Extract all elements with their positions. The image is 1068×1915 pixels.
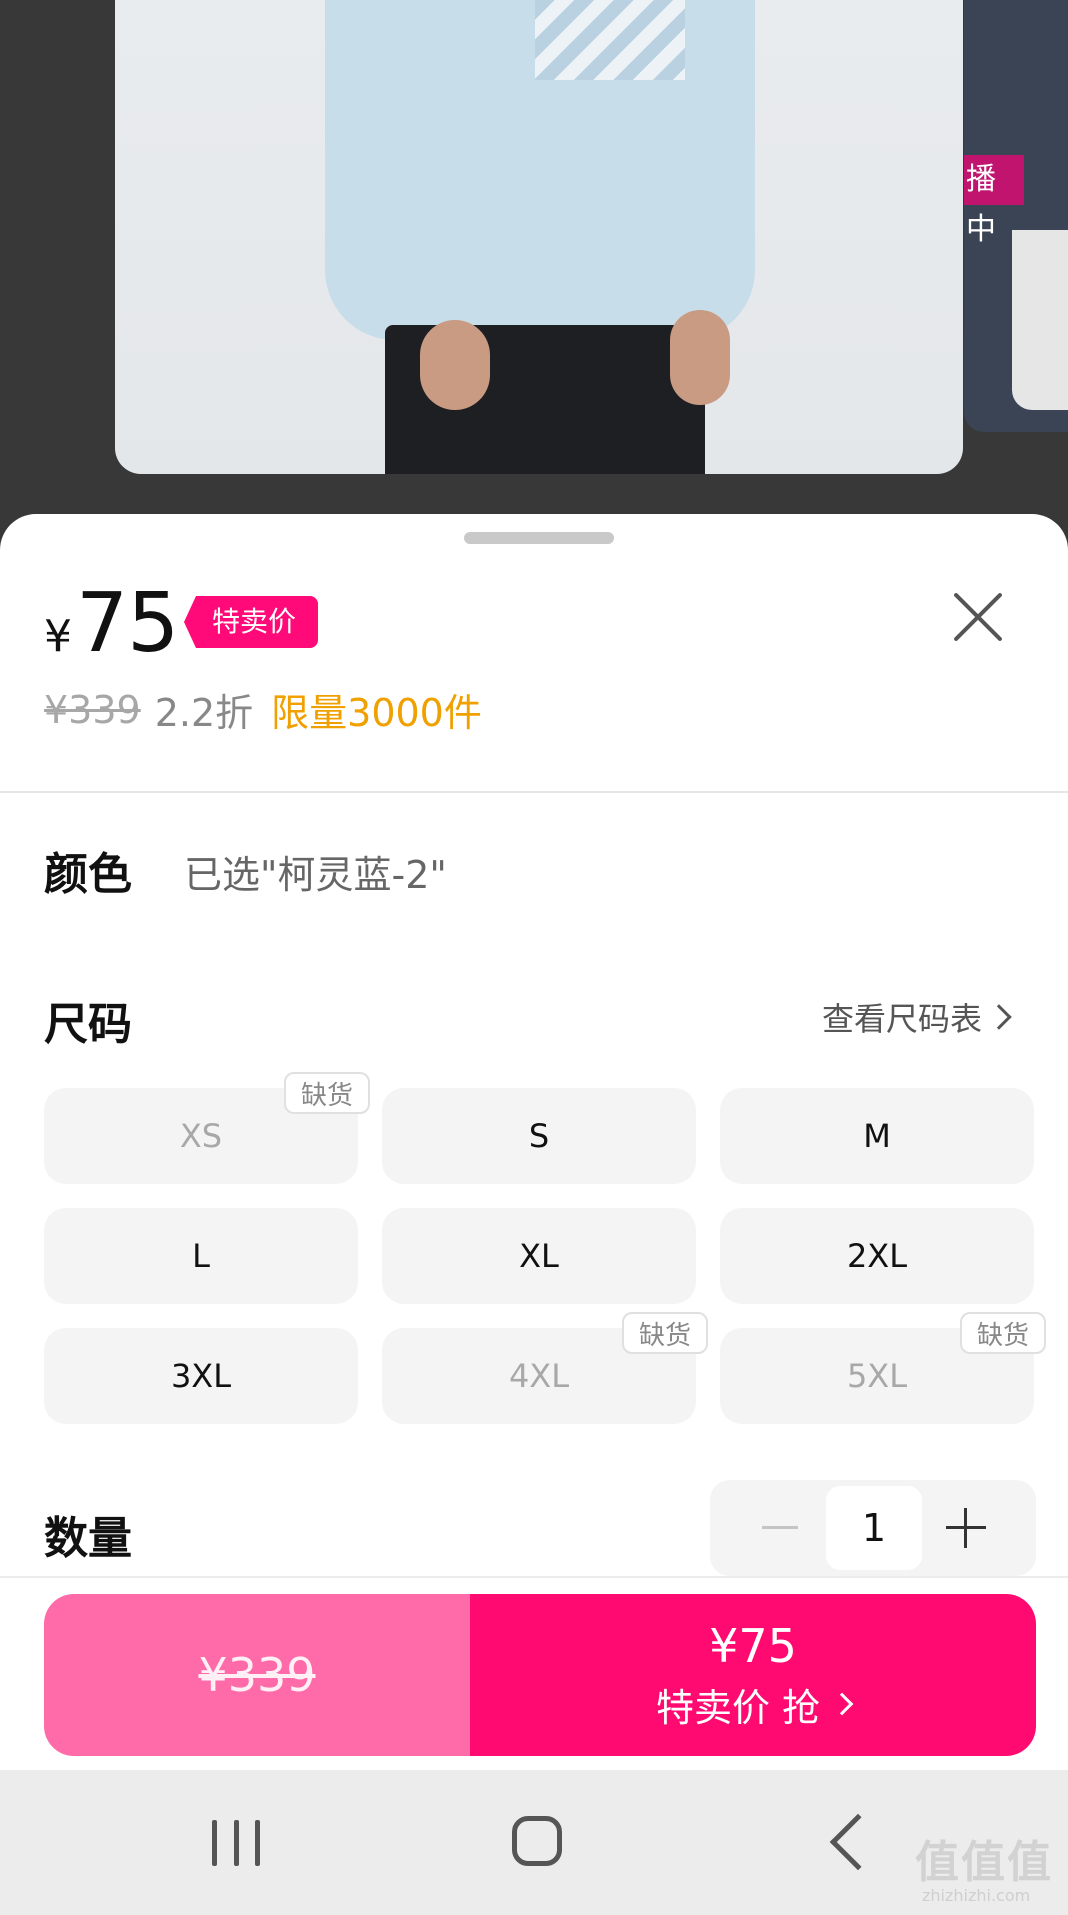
size-option-label: M <box>863 1117 891 1155</box>
plus-icon[interactable] <box>946 1508 986 1548</box>
size-option-label: 2XL <box>846 1237 908 1275</box>
divider <box>0 1576 1068 1578</box>
size-option-5xl[interactable]: 5XL 缺货 <box>720 1312 1046 1424</box>
buy-action: 特卖价 抢 <box>655 1677 854 1732</box>
product-photo[interactable] <box>115 0 963 474</box>
divider <box>0 791 1068 793</box>
sweater-print-graphic <box>535 0 685 80</box>
color-selected-value[interactable]: 已选"柯灵蓝-2" <box>184 844 447 899</box>
buy-action-label: 特卖价 抢 <box>655 1685 821 1730</box>
price-value: 75 <box>76 576 179 671</box>
system-nav-bar: 值值值 zhizhizhi.com <box>0 1770 1068 1915</box>
original-price-button[interactable]: ¥339 <box>44 1594 470 1756</box>
size-chart-link[interactable]: 查看尺码表 <box>822 994 1012 1040</box>
discount-text: 2.2折 <box>154 691 254 735</box>
size-label: 尺码 <box>44 999 132 1050</box>
size-option-label: 5XL <box>846 1357 908 1395</box>
size-option-label: XL <box>519 1237 559 1275</box>
hand-graphic <box>670 310 730 405</box>
size-option-label: 4XL <box>508 1357 570 1395</box>
quantity-label: 数量 <box>44 1513 132 1564</box>
price-details: ¥339 2.2折 限量3000件 <box>44 682 482 737</box>
buy-sale-price: ¥75 <box>709 1618 797 1673</box>
home-icon[interactable] <box>512 1816 562 1866</box>
size-option-label: XS <box>179 1117 223 1155</box>
buy-now-button[interactable]: ¥75 特卖价 抢 <box>470 1594 1036 1756</box>
back-icon[interactable] <box>829 1813 887 1871</box>
buy-bar: ¥339 ¥75 特卖价 抢 <box>44 1594 1036 1756</box>
size-option-xl[interactable]: XL <box>382 1208 696 1304</box>
size-option-label: S <box>528 1117 550 1155</box>
size-option-l[interactable]: L <box>44 1208 358 1304</box>
chevron-right-icon <box>830 1692 854 1716</box>
live-badge: 播中 <box>964 155 1024 247</box>
out-of-stock-badge: 缺货 <box>960 1312 1046 1354</box>
minus-icon[interactable] <box>750 1516 810 1540</box>
size-option-xs[interactable]: XS 缺货 <box>44 1072 370 1184</box>
watermark-url: zhizhizhi.com <box>922 1886 1031 1905</box>
next-photo-preview[interactable]: 播中 <box>964 0 1068 432</box>
quantity-stepper: 1 <box>710 1480 1036 1576</box>
size-option-3xl[interactable]: 3XL <box>44 1328 358 1424</box>
preview-image <box>1012 230 1068 410</box>
chevron-right-icon <box>986 1004 1012 1030</box>
sku-selector-sheet: ¥ 75 特卖价 ¥339 2.2折 限量3000件 颜色 已选"柯灵蓝-2" … <box>0 514 1068 1770</box>
size-option-label: 3XL <box>170 1357 232 1395</box>
out-of-stock-badge: 缺货 <box>622 1312 708 1354</box>
close-icon[interactable] <box>950 590 1006 646</box>
recents-icon[interactable] <box>212 1820 260 1866</box>
original-price: ¥339 <box>44 687 141 732</box>
size-option-m[interactable]: M <box>720 1088 1034 1184</box>
special-price-tag: 特卖价 <box>184 596 319 648</box>
watermark-logo: 值值值 <box>915 1837 1053 1888</box>
hand-graphic <box>420 320 490 410</box>
out-of-stock-badge: 缺货 <box>284 1072 370 1114</box>
quantity-value[interactable]: 1 <box>826 1486 922 1570</box>
size-chart-label: 查看尺码表 <box>822 1000 983 1038</box>
drag-handle[interactable] <box>464 532 614 544</box>
currency-symbol: ¥ <box>44 611 72 662</box>
size-option-s[interactable]: S <box>382 1088 696 1184</box>
size-option-4xl[interactable]: 4XL 缺货 <box>382 1312 708 1424</box>
current-price: ¥ 75 <box>44 576 179 671</box>
limit-text: 限量3000件 <box>271 691 482 735</box>
product-image-area: 播中 <box>0 0 1068 540</box>
size-option-2xl[interactable]: 2XL <box>720 1208 1034 1304</box>
color-label: 颜色 <box>44 849 132 900</box>
size-option-label: L <box>192 1237 210 1275</box>
buy-original-price: ¥339 <box>198 1648 316 1702</box>
